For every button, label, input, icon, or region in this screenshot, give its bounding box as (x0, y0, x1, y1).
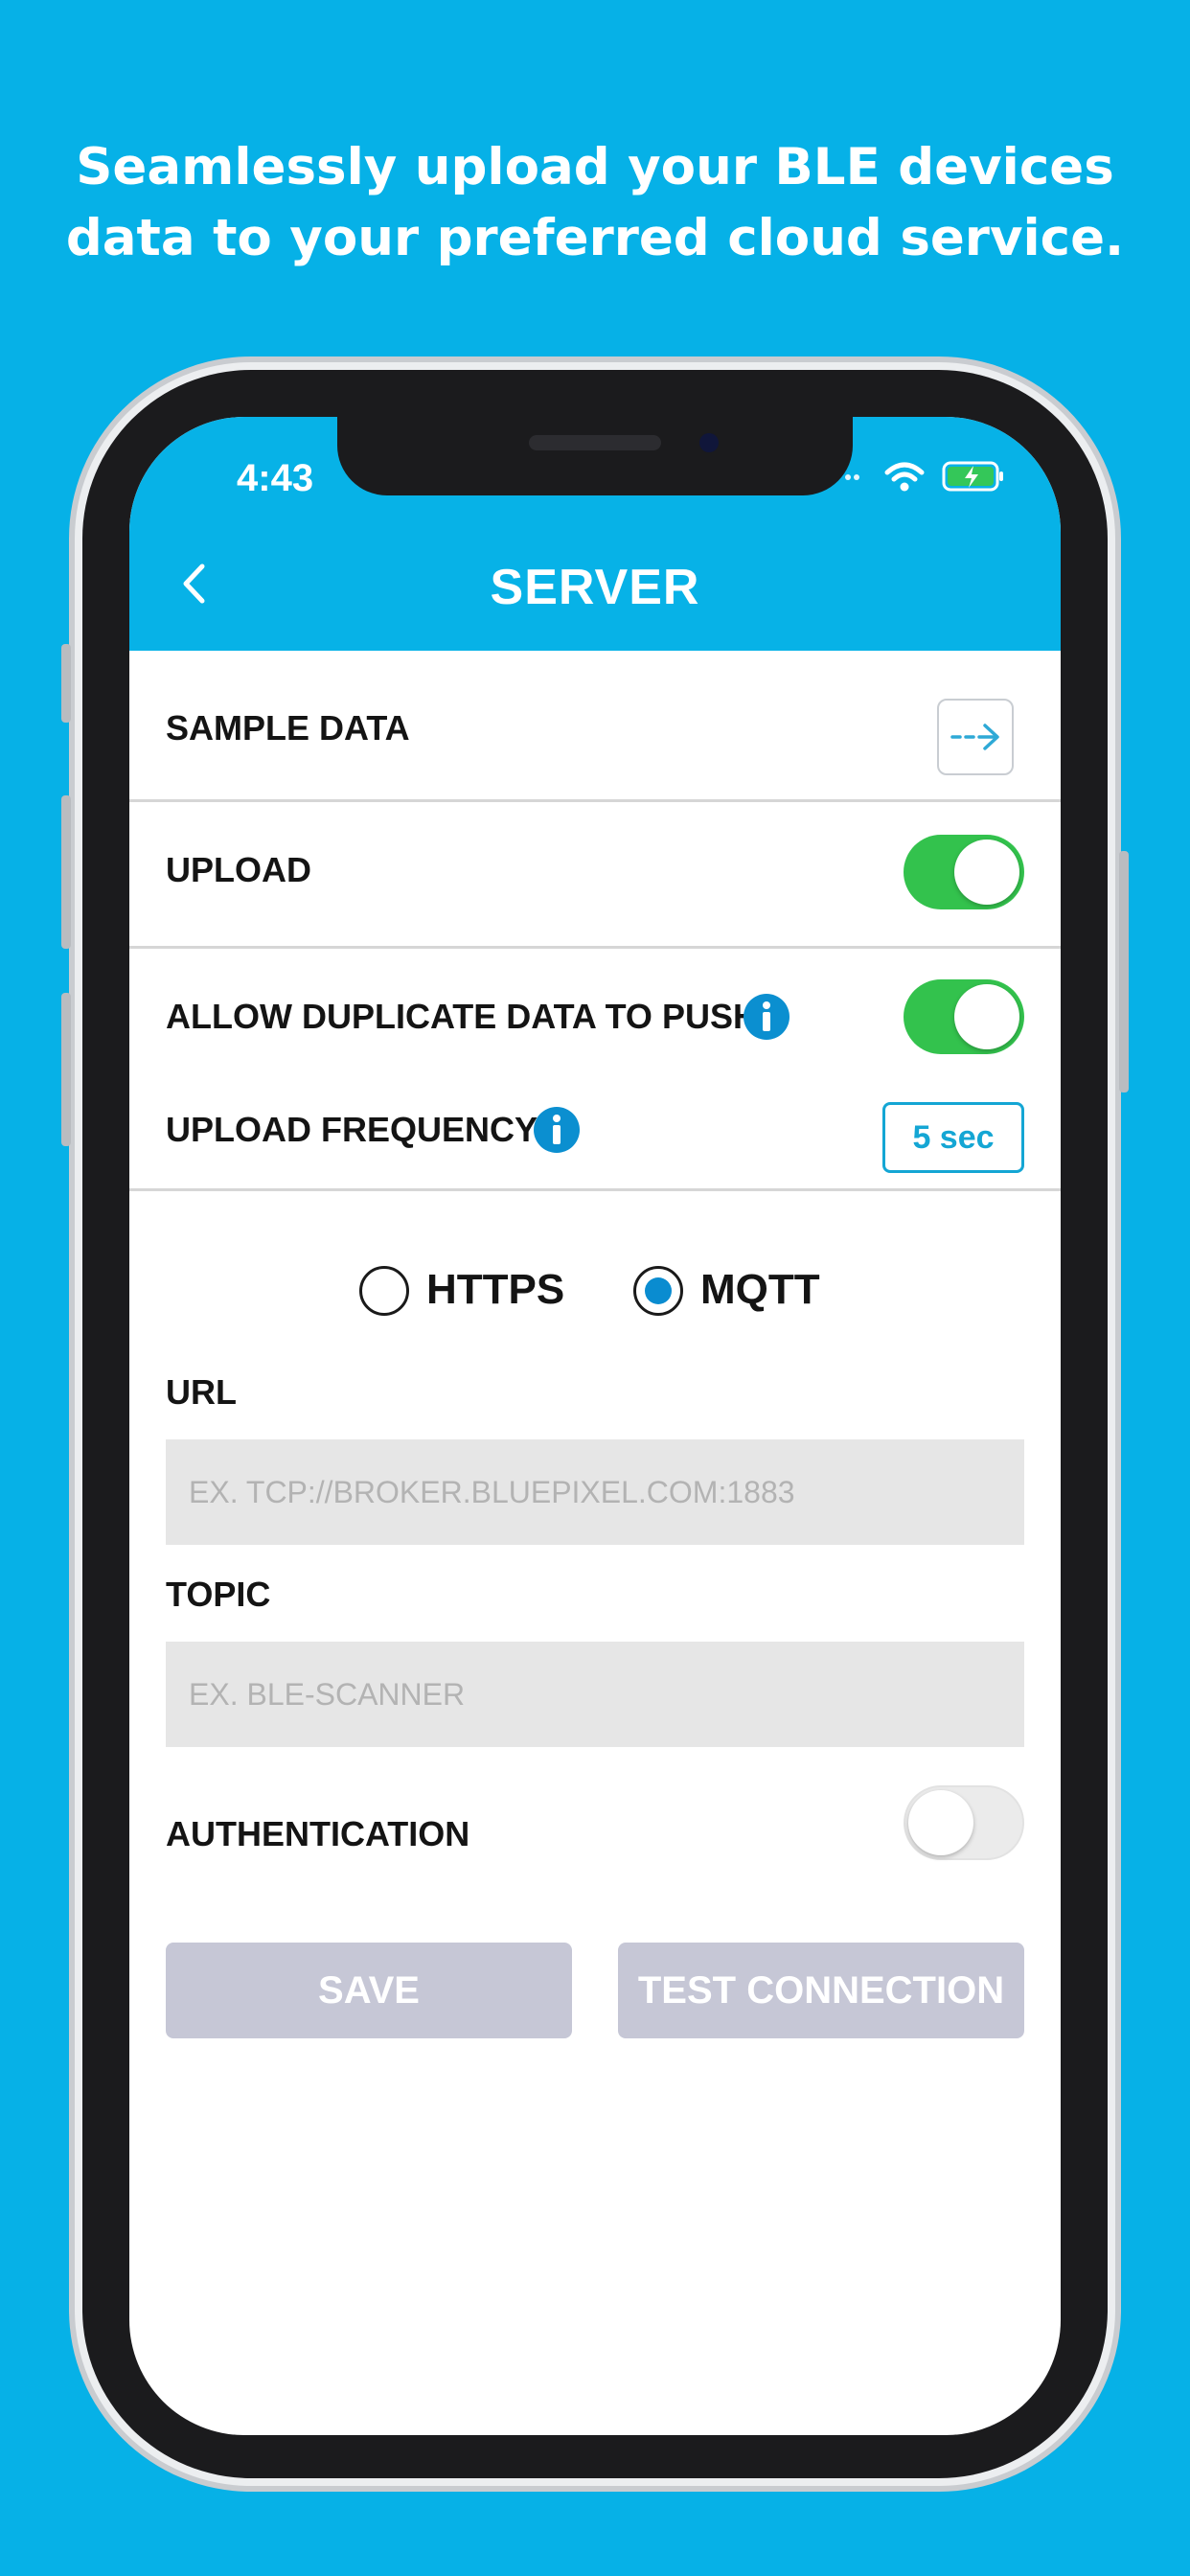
upload-frequency-label: UPLOAD FREQUENCY (166, 1110, 538, 1149)
allow-duplicate-toggle[interactable] (904, 979, 1024, 1054)
authentication-label: AUTHENTICATION (166, 1814, 470, 1853)
test-connection-button[interactable]: TEST CONNECTION (618, 1943, 1024, 2038)
battery-charging-icon (942, 460, 1005, 497)
upload-frequency-info-button[interactable] (534, 1107, 580, 1153)
phone-volume-up-button (61, 795, 71, 949)
sample-data-label: SAMPLE DATA (166, 708, 410, 748)
phone-mute-switch (61, 644, 71, 723)
info-icon (553, 1115, 561, 1144)
url-input[interactable] (166, 1439, 1024, 1545)
toggle-knob (954, 840, 1019, 905)
topic-input[interactable] (166, 1642, 1024, 1747)
save-button[interactable]: SAVE (166, 1943, 572, 2038)
mqtt-radio-label[interactable]: MQTT (700, 1266, 820, 1314)
signal-dots-icon (844, 470, 867, 487)
sample-data-button[interactable] (937, 699, 1014, 775)
status-icons (844, 457, 1005, 499)
page-title: SERVER (490, 560, 700, 615)
toggle-knob (908, 1790, 973, 1855)
phone-power-button (1119, 851, 1129, 1092)
notch (337, 417, 853, 495)
phone-volume-down-button (61, 993, 71, 1146)
sample-data-row: SAMPLE DATA (129, 651, 1061, 799)
topic-label: TOPIC (166, 1575, 271, 1614)
authentication-toggle[interactable] (904, 1785, 1024, 1860)
phone-screen: 4:43 SERVER SAMPLE DATA UPLOAD ALLOW DUP… (129, 417, 1061, 2435)
front-camera (699, 433, 719, 452)
https-radio-label[interactable]: HTTPS (426, 1266, 564, 1314)
upload-row: UPLOAD (129, 802, 1061, 946)
info-icon (763, 1001, 770, 1031)
upload-toggle[interactable] (904, 835, 1024, 909)
upload-frequency-selector[interactable]: 5 sec (882, 1102, 1024, 1173)
arrow-right-icon (950, 724, 999, 750)
toggle-knob (954, 984, 1019, 1049)
https-radio[interactable] (359, 1266, 409, 1316)
speaker-grille (529, 435, 661, 450)
headline-line-2: data to your preferred cloud service. (65, 209, 1125, 267)
status-time: 4:43 (237, 457, 314, 499)
marketing-headline: Seamlessly upload your BLE devices data … (0, 132, 1190, 274)
mqtt-radio[interactable] (633, 1266, 683, 1316)
allow-duplicate-info-button[interactable] (744, 994, 790, 1040)
upload-label: UPLOAD (166, 850, 311, 889)
upload-options-block: ALLOW DUPLICATE DATA TO PUSH UPLOAD FREQ… (129, 949, 1061, 1188)
divider (129, 1188, 1061, 1191)
wifi-icon (884, 461, 925, 496)
headline-line-1: Seamlessly upload your BLE devices (76, 138, 1114, 196)
allow-duplicate-label: ALLOW DUPLICATE DATA TO PUSH (166, 997, 758, 1036)
url-label: URL (166, 1372, 237, 1412)
